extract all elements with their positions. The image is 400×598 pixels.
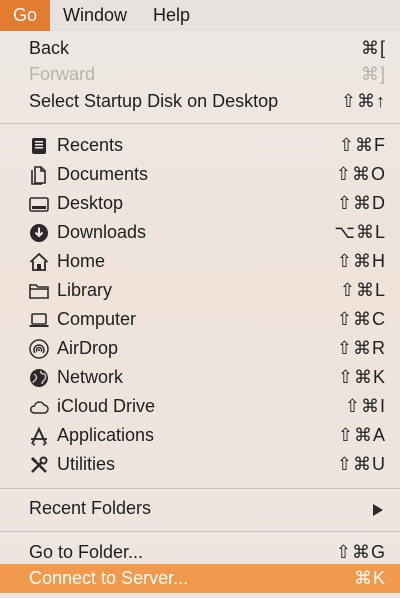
airdrop-icon bbox=[29, 339, 49, 359]
menu-item-home[interactable]: Home ⇧⌘H bbox=[0, 247, 400, 276]
menu-item-shortcut: ⇧⌘U bbox=[336, 454, 386, 474]
menu-item-label: Select Startup Disk on Desktop bbox=[29, 91, 279, 111]
submenu-arrow-icon bbox=[373, 504, 383, 516]
menu-item-forward: Forward ⌘] bbox=[0, 60, 400, 89]
menu-item-shortcut: ⇧⌘A bbox=[337, 425, 386, 445]
menu-item-applications[interactable]: Applications ⇧⌘A bbox=[0, 421, 400, 450]
menu-separator bbox=[0, 488, 400, 489]
cloud-icon bbox=[29, 397, 49, 417]
recents-icon bbox=[29, 136, 49, 156]
menu-item-downloads[interactable]: Downloads ⌥⌘L bbox=[0, 218, 400, 247]
menu-item-label: Documents bbox=[57, 164, 149, 184]
menu-item-label: Forward bbox=[29, 64, 96, 84]
menu-item-shortcut: ⌥⌘L bbox=[334, 222, 386, 242]
downloads-icon bbox=[29, 223, 49, 243]
menu-item-shortcut: ⇧⌘↑ bbox=[340, 91, 386, 111]
documents-icon bbox=[29, 165, 49, 185]
applications-icon bbox=[29, 426, 49, 446]
menu-item-label: iCloud Drive bbox=[57, 396, 156, 416]
menu-item-icloud-drive[interactable]: iCloud Drive ⇧⌘I bbox=[0, 392, 400, 421]
menu-item-label: Downloads bbox=[57, 222, 147, 242]
menubar-window[interactable]: Window bbox=[50, 0, 140, 31]
menu-item-go-to-folder[interactable]: Go to Folder... ⇧⌘G bbox=[0, 538, 400, 567]
menu-item-shortcut: ⇧⌘H bbox=[336, 251, 386, 271]
menu-item-recent-folders[interactable]: Recent Folders bbox=[0, 494, 400, 523]
menu-item-airdrop[interactable]: AirDrop ⇧⌘R bbox=[0, 334, 400, 363]
menu-bar: Go Window Help bbox=[0, 0, 400, 31]
menu-item-label: AirDrop bbox=[57, 338, 119, 358]
menu-item-label: Utilities bbox=[57, 454, 116, 474]
desktop-icon bbox=[29, 194, 49, 214]
menu-item-label: Computer bbox=[57, 309, 137, 329]
menu-item-utilities[interactable]: Utilities ⇧⌘U bbox=[0, 450, 400, 479]
menu-item-label: Go to Folder... bbox=[29, 542, 144, 562]
menu-item-label: Applications bbox=[57, 425, 155, 445]
menu-item-select-startup-disk[interactable]: Select Startup Disk on Desktop ⇧⌘↑ bbox=[0, 87, 400, 116]
home-icon bbox=[29, 252, 49, 272]
menu-item-computer[interactable]: Computer ⇧⌘C bbox=[0, 305, 400, 334]
menu-item-label: Back bbox=[29, 38, 70, 58]
folder-icon bbox=[29, 281, 49, 301]
menu-item-shortcut: ⇧⌘L bbox=[339, 280, 386, 300]
menu-item-label: Desktop bbox=[57, 193, 124, 213]
go-menu: Back ⌘[ Forward ⌘] Select Startup Disk o… bbox=[0, 31, 400, 598]
menu-item-documents[interactable]: Documents ⇧⌘O bbox=[0, 160, 400, 189]
menu-separator bbox=[0, 531, 400, 532]
menu-item-label: Network bbox=[57, 367, 124, 387]
menu-item-back[interactable]: Back ⌘[ bbox=[0, 34, 400, 63]
menu-item-library[interactable]: Library ⇧⌘L bbox=[0, 276, 400, 305]
menu-item-shortcut: ⇧⌘O bbox=[335, 164, 386, 184]
menu-separator bbox=[0, 123, 400, 124]
menu-item-label: Library bbox=[57, 280, 113, 300]
laptop-icon bbox=[29, 310, 49, 330]
menu-item-shortcut: ⌘] bbox=[360, 64, 386, 84]
menu-item-shortcut: ⇧⌘F bbox=[338, 135, 386, 155]
menu-item-shortcut: ⇧⌘D bbox=[336, 193, 386, 213]
menubar-go[interactable]: Go bbox=[0, 0, 51, 31]
utilities-icon bbox=[29, 455, 49, 475]
menu-item-shortcut: ⇧⌘K bbox=[337, 367, 386, 387]
globe-icon bbox=[29, 368, 49, 388]
menu-item-label: Recents bbox=[57, 135, 124, 155]
menubar-help[interactable]: Help bbox=[140, 0, 203, 31]
menu-item-desktop[interactable]: Desktop ⇧⌘D bbox=[0, 189, 400, 218]
menu-item-network[interactable]: Network ⇧⌘K bbox=[0, 363, 400, 392]
menu-item-shortcut: ⇧⌘C bbox=[336, 309, 386, 329]
menu-item-label: Connect to Server... bbox=[29, 568, 189, 588]
menu-item-shortcut: ⌘K bbox=[353, 568, 386, 588]
menu-item-label: Home bbox=[57, 251, 106, 271]
menu-item-connect-to-server[interactable]: Connect to Server... ⌘K bbox=[0, 564, 400, 593]
menu-item-recents[interactable]: Recents ⇧⌘F bbox=[0, 131, 400, 160]
menu-item-shortcut: ⇧⌘R bbox=[336, 338, 386, 358]
menu-item-shortcut: ⇧⌘G bbox=[335, 542, 386, 562]
menu-item-shortcut: ⌘[ bbox=[360, 38, 386, 58]
menu-item-label: Recent Folders bbox=[29, 498, 152, 518]
menu-item-shortcut: ⇧⌘I bbox=[344, 396, 386, 416]
